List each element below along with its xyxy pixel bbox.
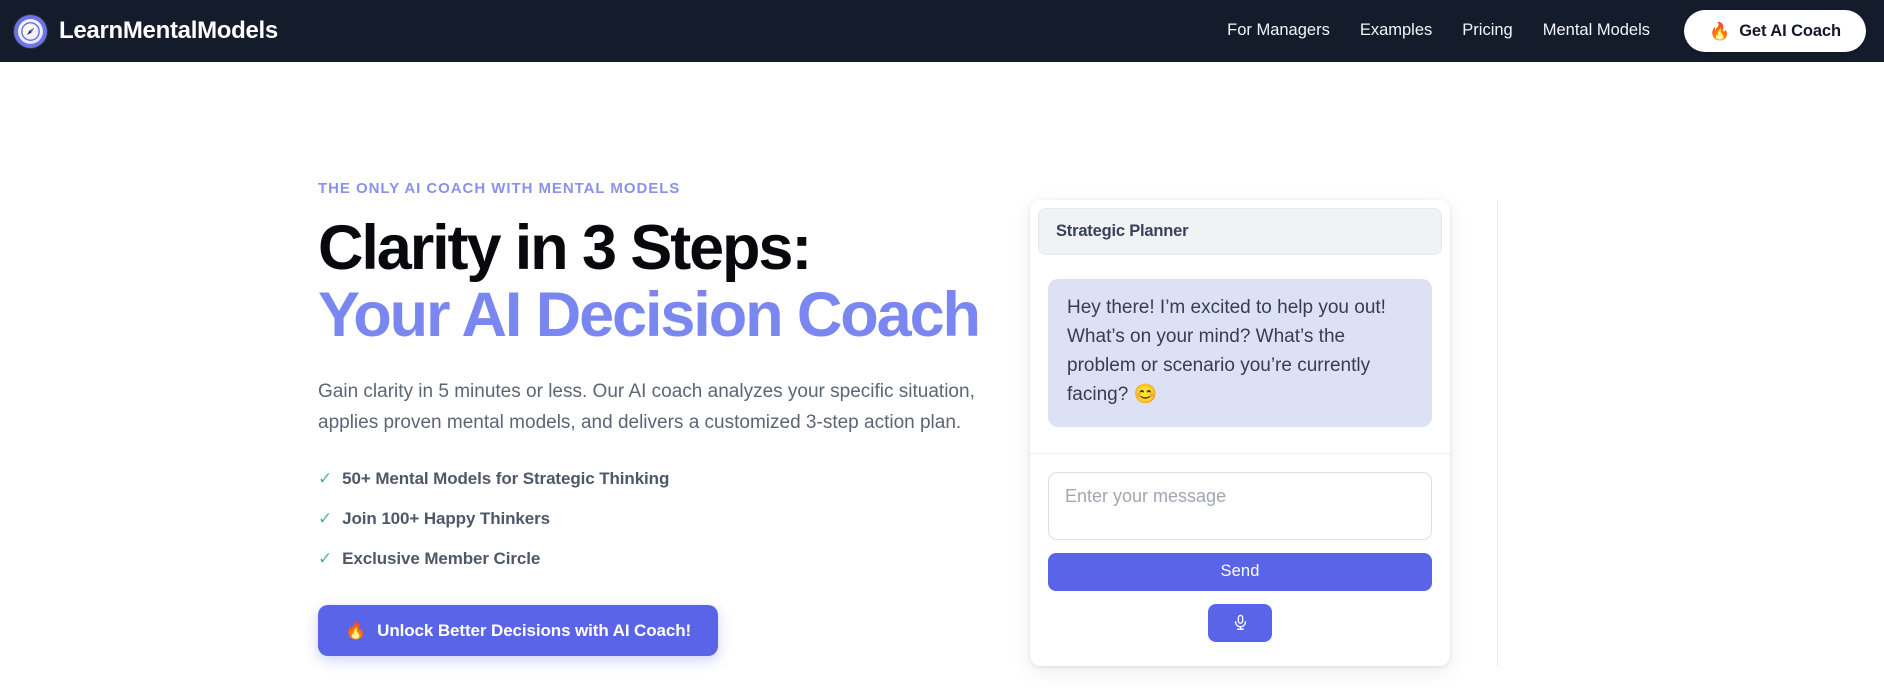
list-item: ✓ Exclusive Member Circle [318, 549, 1030, 569]
chat-composer: Send [1030, 454, 1450, 666]
unlock-better-decisions-label: Unlock Better Decisions with AI Coach! [377, 620, 692, 640]
message-input[interactable] [1048, 471, 1432, 540]
hero-widget-column: Strategic Planner Hey there! I’m excited… [1030, 62, 1450, 666]
benefit-label: Exclusive Member Circle [342, 549, 541, 569]
send-button[interactable]: Send [1048, 552, 1432, 591]
headline-line-2: Your AI Decision Coach [318, 280, 981, 351]
check-icon: ✓ [318, 469, 333, 489]
page-title: Clarity in 3 Steps: Your AI Decision Coa… [318, 213, 998, 351]
hero-section: THE ONLY AI COACH WITH MENTAL MODELS Cla… [0, 62, 1884, 694]
chat-widget: Strategic Planner Hey there! I’m excited… [1030, 200, 1450, 666]
nav-item-for-managers[interactable]: For Managers [1212, 13, 1345, 49]
list-item: ✓ Join 100+ Happy Thinkers [318, 509, 1030, 529]
hero-eyebrow: THE ONLY AI COACH WITH MENTAL MODELS [318, 180, 681, 197]
check-icon: ✓ [318, 549, 333, 569]
benefit-list: ✓ 50+ Mental Models for Strategic Thinki… [318, 469, 1030, 569]
hero-subcopy: Gain clarity in 5 minutes or less. Our A… [318, 380, 975, 433]
brand-logo-link[interactable]: LearnMentalModels [14, 14, 278, 48]
microphone-icon [1232, 612, 1249, 633]
mic-button-row [1048, 603, 1432, 642]
check-icon: ✓ [318, 509, 333, 529]
assistant-message-bubble: Hey there! I’m excited to help you out! … [1048, 279, 1432, 427]
unlock-better-decisions-button[interactable]: 🔥 Unlock Better Decisions with AI Coach! [318, 605, 719, 657]
nav-item-examples[interactable]: Examples [1345, 13, 1447, 49]
hero-copy-column: THE ONLY AI COACH WITH MENTAL MODELS Cla… [0, 62, 1030, 657]
header-nav-right: For Managers Examples Pricing Mental Mod… [1212, 10, 1866, 52]
benefit-label: Join 100+ Happy Thinkers [342, 509, 550, 529]
chat-message-list: Hey there! I’m excited to help you out! … [1030, 255, 1450, 454]
benefit-label: 50+ Mental Models for Strategic Thinking [342, 469, 670, 489]
microphone-button[interactable] [1208, 603, 1272, 642]
flame-icon: 🔥 [345, 621, 367, 641]
primary-nav: For Managers Examples Pricing Mental Mod… [1212, 13, 1665, 49]
compass-icon [14, 14, 47, 48]
brand-name: LearnMentalModels [59, 17, 278, 44]
chat-widget-title: Strategic Planner [1056, 222, 1189, 240]
headline-line-1: Clarity in 3 Steps: [318, 213, 812, 283]
chat-widget-header: Strategic Planner [1038, 208, 1442, 255]
list-item: ✓ 50+ Mental Models for Strategic Thinki… [318, 469, 1030, 489]
nav-item-pricing[interactable]: Pricing [1447, 13, 1527, 49]
flame-icon: 🔥 [1709, 21, 1731, 41]
get-ai-coach-button[interactable]: 🔥 Get AI Coach [1684, 10, 1866, 52]
section-divider [1497, 200, 1498, 666]
nav-item-mental-models[interactable]: Mental Models [1528, 13, 1665, 49]
site-header: LearnMentalModels For Managers Examples … [0, 0, 1884, 62]
get-ai-coach-label: Get AI Coach [1739, 21, 1841, 40]
